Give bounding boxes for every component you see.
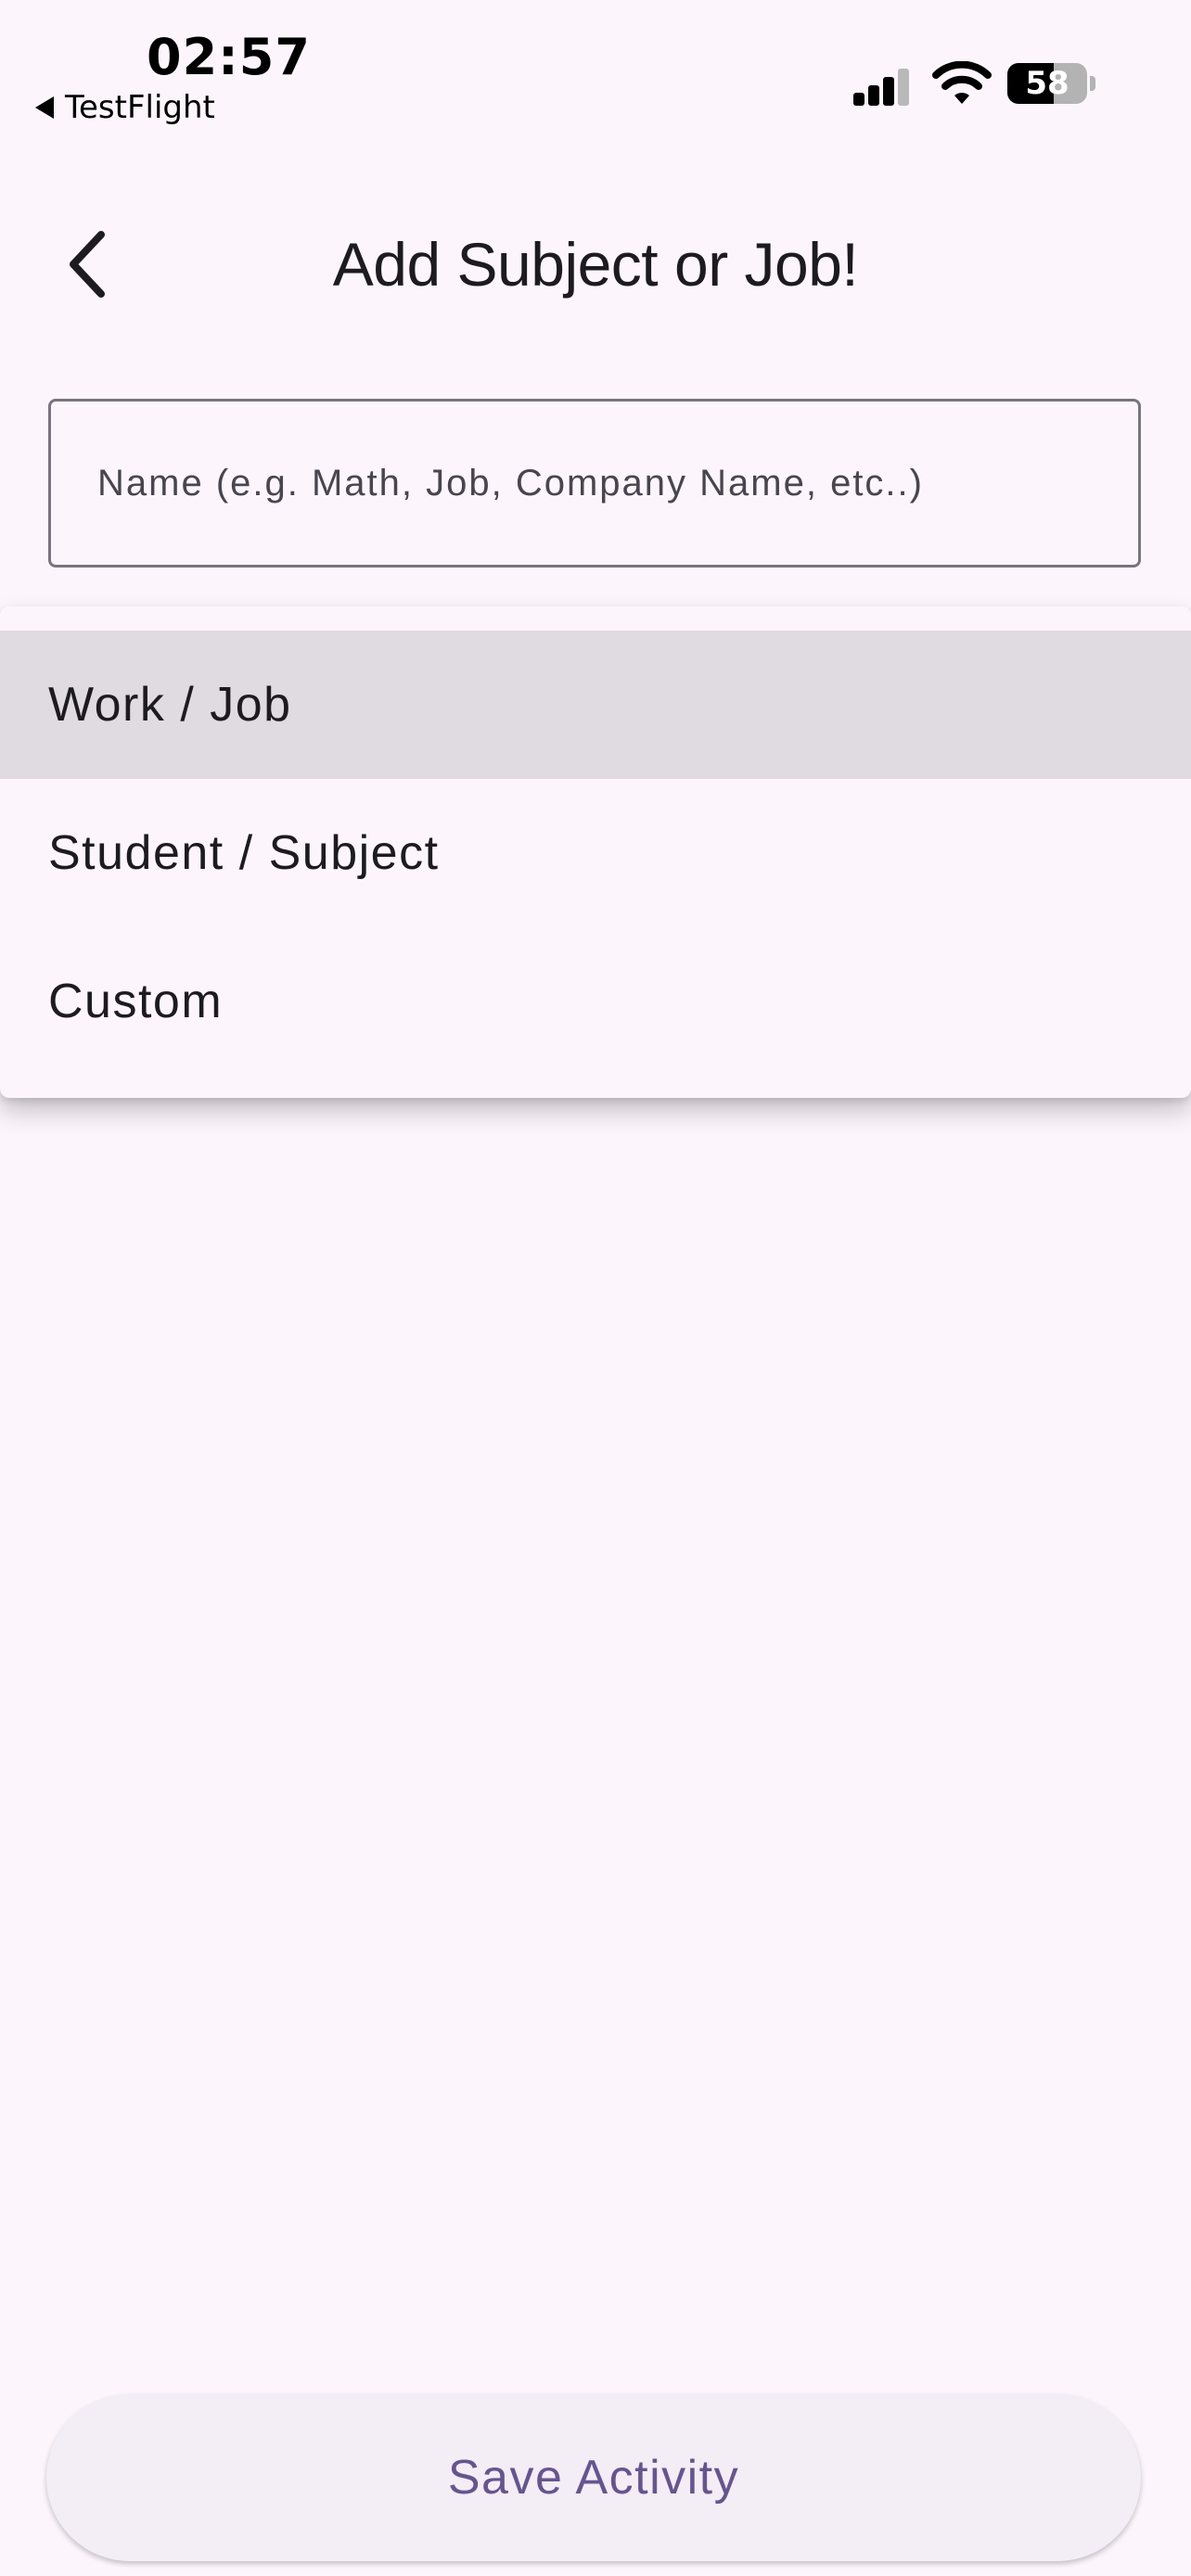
status-time: 02:57	[147, 28, 311, 86]
app-bar: Add Subject or Job!	[0, 204, 1191, 325]
battery-level: 58	[1025, 65, 1069, 102]
back-app-label: TestFlight	[65, 89, 215, 126]
save-activity-button[interactable]: Save Activity	[46, 2394, 1141, 2561]
menu-item-custom[interactable]: Custom	[0, 927, 1191, 1076]
back-to-testflight-link[interactable]: TestFlight	[35, 89, 215, 126]
chevron-left-icon	[70, 231, 105, 298]
page-title: Add Subject or Job!	[332, 230, 859, 299]
name-input[interactable]	[48, 399, 1141, 567]
status-bar: 02:57 TestFlight 58	[0, 0, 1191, 130]
menu-item-student-subject[interactable]: Student / Subject	[0, 779, 1191, 927]
cellular-signal-icon	[853, 65, 913, 106]
menu-item-work-job[interactable]: Work / Job	[0, 631, 1191, 779]
back-triangle-icon	[35, 96, 54, 119]
wifi-icon	[932, 61, 992, 104]
battery-icon: 58	[1007, 63, 1087, 104]
activity-type-dropdown-menu: Work / Job Student / Subject Custom	[0, 606, 1191, 1098]
battery-tip	[1090, 76, 1095, 91]
back-button[interactable]	[46, 223, 130, 306]
